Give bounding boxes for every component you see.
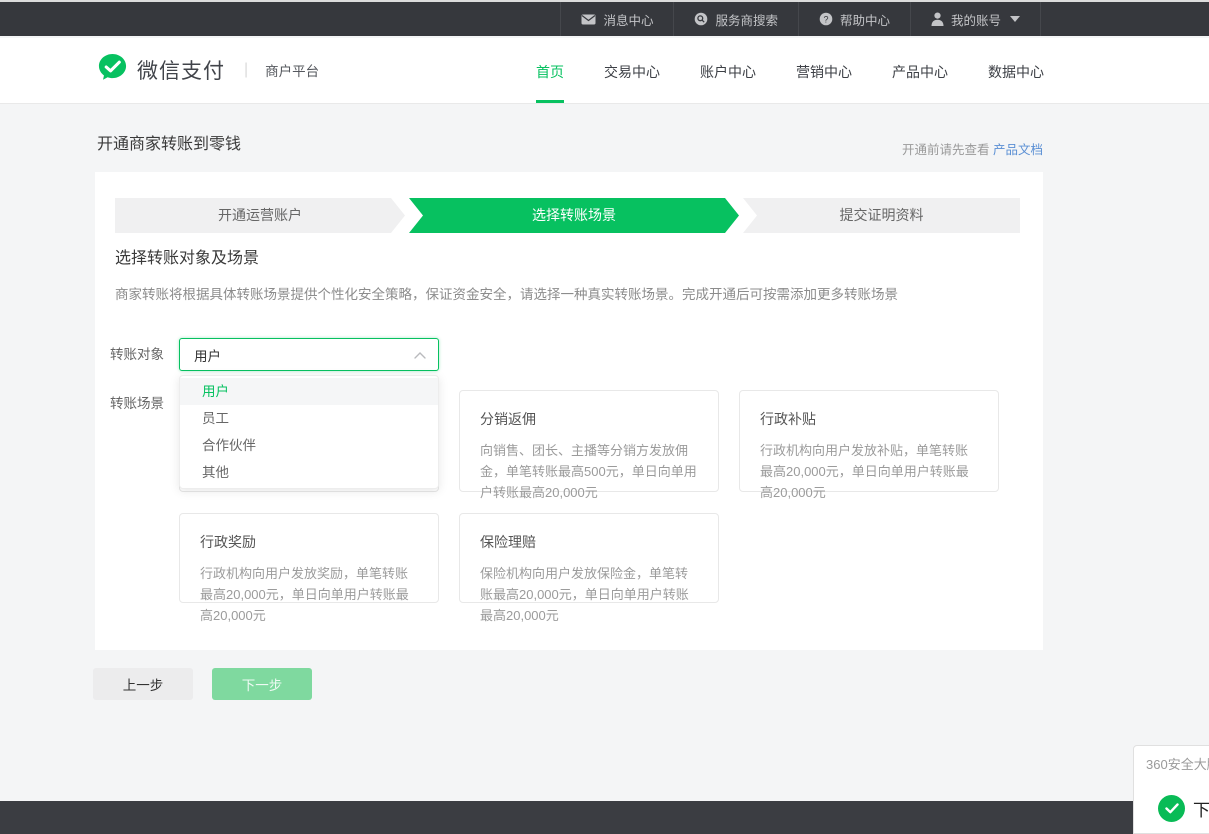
nav-item-home[interactable]: 首页	[536, 38, 564, 103]
topbar-item-help[interactable]: ? 帮助中心	[798, 2, 910, 36]
nav-item-marketing-center[interactable]: 营销中心	[796, 38, 852, 103]
topbar-item-messages[interactable]: 消息中心	[560, 2, 673, 36]
page-title: 开通商家转账到零钱	[97, 130, 241, 154]
transfer-target-label: 转账对象	[110, 338, 164, 371]
brand-divider: |	[244, 61, 248, 79]
nav-item-product-center[interactable]: 产品中心	[892, 38, 948, 103]
card-description: 行政机构向用户发放补贴，单笔转账最高20,000元，单日向单用户转账最高20,0…	[760, 440, 978, 503]
scene-card-distribution-commission[interactable]: 分销返佣 向销售、团长、主播等分销方发放佣金，单笔转账最高500元，单日向单用户…	[459, 390, 719, 492]
dropdown-option-partner[interactable]: 合作伙伴	[180, 432, 438, 459]
brand[interactable]: 微信支付 | 商户平台	[97, 52, 319, 88]
card-title: 分销返佣	[480, 409, 698, 429]
scene-card-admin-subsidy[interactable]: 行政补贴 行政机构向用户发放补贴，单笔转账最高20,000元，单日向单用户转账最…	[739, 390, 999, 492]
security-popup-status-text: 下	[1193, 796, 1209, 821]
card-description: 保险机构向用户发放保险金，单笔转账最高20,000元，单日向单用户转账最高20,…	[480, 563, 698, 626]
svg-text:?: ?	[823, 14, 828, 24]
scene-card-admin-reward[interactable]: 行政奖励 行政机构向用户发放奖励，单笔转账最高20,000元，单日向单用户转账最…	[179, 513, 439, 603]
check-circle-icon	[1158, 795, 1185, 822]
nav-item-data-center[interactable]: 数据中心	[988, 38, 1044, 103]
card-title: 保险理赔	[480, 532, 698, 552]
wechat-pay-logo-icon	[97, 52, 128, 88]
doc-hint-text: 开通前请先查看	[902, 143, 990, 157]
topbar-item-account[interactable]: 我的账号	[910, 2, 1041, 36]
transfer-scene-label: 转账场景	[110, 394, 164, 414]
brand-subtitle: 商户平台	[265, 60, 319, 80]
transfer-target-select[interactable]: 用户	[179, 338, 439, 371]
caret-down-icon	[1010, 16, 1020, 22]
nav-item-transactions[interactable]: 交易中心	[604, 38, 660, 103]
nav-item-account-center[interactable]: 账户中心	[700, 38, 756, 103]
dropdown-option-other[interactable]: 其他	[180, 459, 438, 486]
header: 微信支付 | 商户平台 首页 交易中心 账户中心 营销中心 产品中心 数据中心	[0, 38, 1209, 104]
step-submit-proof: 提交证明资料	[743, 198, 1020, 233]
select-value: 用户	[194, 345, 221, 365]
footer-bar	[0, 801, 1209, 834]
dropdown-option-user[interactable]: 用户	[180, 378, 438, 405]
search-icon	[694, 12, 708, 26]
next-step-button[interactable]: 下一步	[212, 668, 312, 700]
topbar-item-label: 我的账号	[951, 10, 1001, 29]
card-title: 行政奖励	[200, 532, 418, 552]
scene-card-insurance-claim[interactable]: 保险理赔 保险机构向用户发放保险金，单笔转账最高20,000元，单日向单用户转账…	[459, 513, 719, 603]
section-heading: 选择转账对象及场景	[115, 244, 259, 268]
security-popup-status-row: 下	[1158, 795, 1209, 822]
topbar-item-provider-search[interactable]: 服务商搜索	[673, 2, 798, 36]
dropdown-option-employee[interactable]: 员工	[180, 405, 438, 432]
prev-step-button[interactable]: 上一步	[93, 668, 193, 700]
product-doc-link[interactable]: 产品文档	[993, 143, 1043, 157]
security-popup[interactable]: 360安全大脑 下	[1133, 745, 1209, 834]
security-popup-title: 360安全大脑	[1146, 754, 1209, 773]
main-nav: 首页 交易中心 账户中心 营销中心 产品中心 数据中心	[536, 38, 1044, 103]
step-open-account: 开通运营账户	[115, 198, 405, 233]
message-icon	[581, 14, 596, 25]
brand-name: 微信支付	[137, 55, 225, 85]
help-icon: ?	[819, 12, 833, 26]
card-title: 行政补贴	[760, 409, 978, 429]
card-description: 向销售、团长、主播等分销方发放佣金，单笔转账最高500元，单日向单用户转账最高2…	[480, 440, 698, 503]
doc-hint: 开通前请先查看 产品文档	[902, 139, 1043, 158]
section-description: 商家转账将根据具体转账场景提供个性化安全策略，保证资金安全，请选择一种真实转账场…	[115, 285, 995, 305]
topbar-item-label: 帮助中心	[840, 10, 890, 29]
card-description: 行政机构向用户发放奖励，单笔转账最高20,000元，单日向单用户转账最高20,0…	[200, 563, 418, 626]
topbar-item-label: 服务商搜索	[715, 10, 778, 29]
transfer-target-dropdown: 用户 员工 合作伙伴 其他	[179, 375, 439, 489]
chevron-up-icon	[414, 346, 426, 364]
step-choose-scene: 选择转账场景	[409, 198, 739, 233]
topbar-item-label: 消息中心	[603, 10, 653, 29]
topbar: 消息中心 服务商搜索 ? 帮助中心 我的账号	[0, 0, 1209, 36]
user-icon	[931, 12, 944, 26]
steps-bar: 开通运营账户 选择转账场景 提交证明资料	[115, 198, 1020, 233]
main-panel: 开通运营账户 选择转账场景 提交证明资料 选择转账对象及场景 商家转账将根据具体…	[95, 172, 1043, 650]
